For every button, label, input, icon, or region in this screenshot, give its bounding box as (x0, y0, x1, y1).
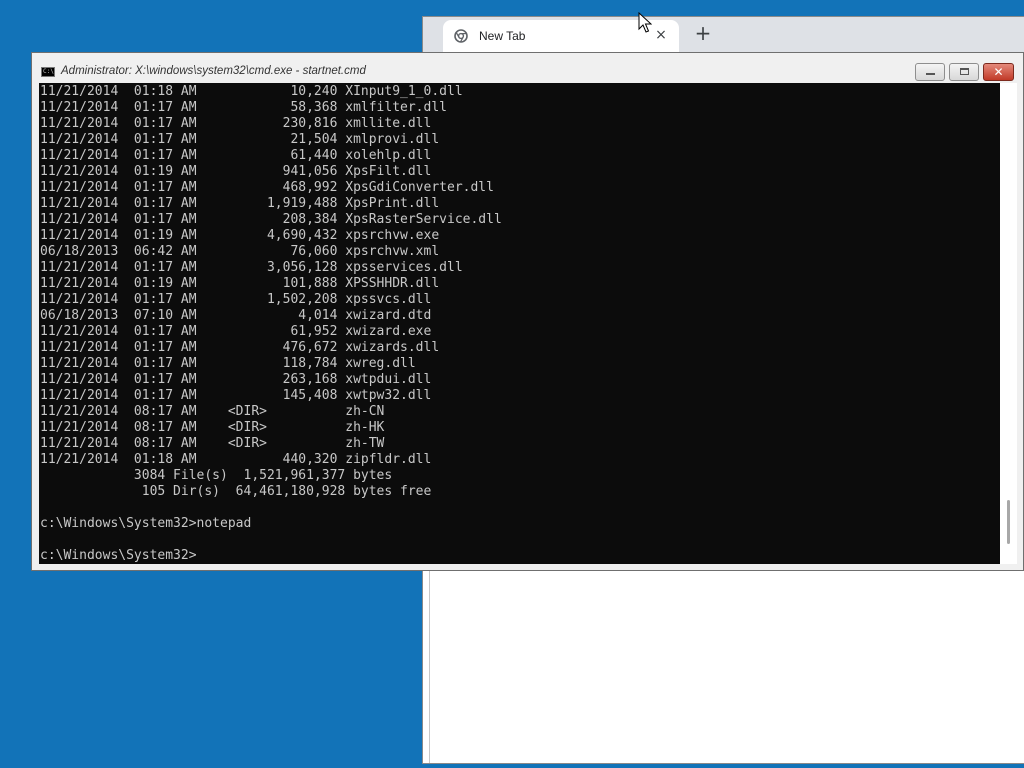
new-tab-button[interactable]: + (693, 23, 713, 44)
console-line: c:\Windows\System32> (40, 548, 197, 563)
console-text: 11/21/2014 01:18 AM 10,240 XInput9_1_0.d… (39, 83, 1000, 564)
console-line: 3084 File(s) 1,521,961,377 bytes (40, 468, 393, 483)
console-line: 11/21/2014 01:17 AM 118,784 xwreg.dll (40, 356, 416, 371)
minimize-icon (926, 73, 935, 75)
maximize-icon (960, 68, 969, 75)
console-line: 06/18/2013 07:10 AM 4,014 xwizard.dtd (40, 308, 432, 323)
close-tab-icon[interactable]: × (653, 27, 669, 43)
console-line: c:\Windows\System32>notepad (40, 516, 252, 531)
console-line: 11/21/2014 01:17 AM 58,368 xmlfilter.dll (40, 100, 447, 115)
console-scrollbar[interactable] (1000, 83, 1017, 564)
tab-title: New Tab (479, 29, 526, 43)
console-line: 11/21/2014 01:17 AM 1,919,488 XpsPrint.d… (40, 196, 440, 211)
cmd-titlebar[interactable]: C:\ Administrator: X:\windows\system32\c… (32, 53, 1023, 83)
scrollbar-thumb[interactable] (1007, 500, 1010, 544)
window-title: Administrator: X:\windows\system32\cmd.e… (61, 65, 366, 77)
minimize-button[interactable] (915, 63, 945, 81)
console-line: 11/21/2014 01:17 AM 1,502,208 xpssvcs.dl… (40, 292, 432, 307)
browser-tabstrip: New Tab × + (423, 17, 1024, 53)
console-line: 11/21/2014 01:17 AM 476,672 xwizards.dll (40, 340, 440, 355)
console-line: 11/21/2014 08:17 AM <DIR> zh-HK (40, 420, 385, 435)
console-line: 11/21/2014 01:17 AM 468,992 XpsGdiConver… (40, 180, 494, 195)
console-line: 11/21/2014 01:18 AM 10,240 XInput9_1_0.d… (40, 84, 463, 99)
console-line: 11/21/2014 01:19 AM 4,690,432 xpsrchvw.e… (40, 228, 440, 243)
console-line: 11/21/2014 01:17 AM 61,440 xolehlp.dll (40, 148, 432, 163)
arrow-cursor-icon (638, 12, 652, 33)
console-line: 11/21/2014 01:19 AM 101,888 XPSSHHDR.dll (40, 276, 440, 291)
console-line: 11/21/2014 01:17 AM 230,816 xmllite.dll (40, 116, 432, 131)
console-line: 11/21/2014 01:17 AM 263,168 xwtpdui.dll (40, 372, 432, 387)
console-line: 11/21/2014 01:19 AM 941,056 XpsFilt.dll (40, 164, 432, 179)
close-button[interactable]: ✕ (983, 63, 1014, 81)
console-line: 11/21/2014 01:18 AM 440,320 zipfldr.dll (40, 452, 432, 467)
console-line: 11/21/2014 08:17 AM <DIR> zh-TW (40, 436, 385, 451)
chrome-logo-icon (454, 29, 468, 43)
cmd-window[interactable]: C:\ Administrator: X:\windows\system32\c… (31, 52, 1024, 571)
cmd-app-icon: C:\ (41, 67, 55, 77)
console-line: 11/21/2014 08:17 AM <DIR> zh-CN (40, 404, 385, 419)
cmd-app-icon-label: C:\ (43, 68, 54, 75)
console-output[interactable]: 11/21/2014 01:18 AM 10,240 XInput9_1_0.d… (39, 83, 1000, 564)
console-line: 105 Dir(s) 64,461,180,928 bytes free (40, 484, 432, 499)
console-line: 11/21/2014 01:17 AM 3,056,128 xpsservice… (40, 260, 463, 275)
console-line: 11/21/2014 01:17 AM 21,504 xmlprovi.dll (40, 132, 440, 147)
console-line: 06/18/2013 06:42 AM 76,060 xpsrchvw.xml (40, 244, 440, 259)
console-line: 11/21/2014 01:17 AM 208,384 XpsRasterSer… (40, 212, 502, 227)
console-line: 11/21/2014 01:17 AM 145,408 xwtpw32.dll (40, 388, 432, 403)
close-icon: ✕ (993, 65, 1004, 79)
maximize-button[interactable] (949, 63, 979, 81)
console-line: 11/21/2014 01:17 AM 61,952 xwizard.exe (40, 324, 432, 339)
